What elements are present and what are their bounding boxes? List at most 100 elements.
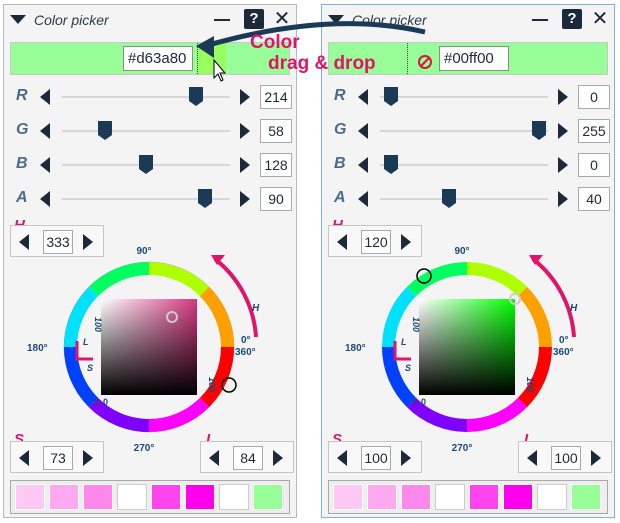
- palette-swatch[interactable]: [469, 484, 499, 510]
- slider-b-thumb[interactable]: [139, 155, 153, 174]
- value-r-field[interactable]: 0: [578, 85, 610, 109]
- slider-r-track[interactable]: [380, 96, 548, 98]
- hex-input[interactable]: #00ff00: [439, 46, 509, 71]
- hue-arrow-label: H: [570, 303, 578, 314]
- minimize-button[interactable]: [530, 9, 550, 29]
- decrement-b-button[interactable]: [358, 157, 368, 173]
- decrement-a-button[interactable]: [40, 191, 50, 207]
- slider-b-track[interactable]: [380, 164, 548, 166]
- hex-input[interactable]: #d63a80: [123, 46, 193, 71]
- wheel-label-90: 90°: [454, 246, 469, 257]
- decrement-r-button[interactable]: [40, 89, 50, 105]
- lightness-decrement-button[interactable]: [209, 450, 219, 466]
- minimize-button[interactable]: [212, 9, 232, 29]
- wheel-label-180: 180°: [345, 343, 366, 354]
- palette-swatch[interactable]: [185, 484, 215, 510]
- help-button[interactable]: ?: [244, 9, 264, 29]
- collapse-arrow-icon[interactable]: [10, 15, 26, 24]
- title-bar[interactable]: Color picker ? ✕: [4, 5, 296, 33]
- increment-r-button[interactable]: [558, 89, 568, 105]
- panel-title: Color picker: [34, 12, 109, 28]
- lightness-stepper: 84: [200, 441, 294, 473]
- slider-a-track[interactable]: [380, 198, 548, 200]
- saturation-increment-button[interactable]: [83, 450, 93, 466]
- value-r-field[interactable]: 214: [260, 85, 292, 109]
- square-label-0: 0: [412, 397, 417, 407]
- decrement-g-button[interactable]: [40, 123, 50, 139]
- color-drop-swatch[interactable]: [407, 43, 436, 74]
- collapse-arrow-icon[interactable]: [328, 15, 344, 24]
- axis-label-l: L: [401, 337, 407, 347]
- increment-r-button[interactable]: [240, 89, 250, 105]
- square-label-100-right: 100: [207, 377, 217, 392]
- lightness-increment-button[interactable]: [591, 450, 601, 466]
- saturation-value-field[interactable]: 100: [361, 446, 391, 470]
- hue-wheel[interactable]: H 90° 180° 0° 360° 270° 100 100 0 0 L S: [4, 231, 296, 457]
- axis-label-s: S: [87, 363, 93, 373]
- palette-swatch[interactable]: [435, 484, 465, 510]
- palette-swatch[interactable]: [219, 484, 249, 510]
- palette-swatch[interactable]: [15, 484, 45, 510]
- palette-swatch[interactable]: [151, 484, 181, 510]
- slider-g-thumb[interactable]: [98, 121, 112, 140]
- saturation-value-field[interactable]: 73: [43, 446, 73, 470]
- lightness-increment-button[interactable]: [273, 450, 283, 466]
- color-drag-swatch[interactable]: [197, 43, 226, 74]
- increment-b-button[interactable]: [240, 157, 250, 173]
- palette-swatch[interactable]: [401, 484, 431, 510]
- slider-a-thumb[interactable]: [442, 189, 456, 208]
- saturation-increment-button[interactable]: [401, 450, 411, 466]
- palette-swatch[interactable]: [503, 484, 533, 510]
- value-a-field[interactable]: 90: [260, 187, 292, 211]
- decrement-r-button[interactable]: [358, 89, 368, 105]
- axis-label-s: S: [405, 363, 411, 373]
- decrement-g-button[interactable]: [358, 123, 368, 139]
- increment-a-button[interactable]: [240, 191, 250, 207]
- value-g-field[interactable]: 58: [260, 119, 292, 143]
- palette-swatch[interactable]: [253, 484, 283, 510]
- lightness-decrement-button[interactable]: [527, 450, 537, 466]
- slider-g-track[interactable]: [380, 130, 548, 132]
- palette-swatch[interactable]: [117, 484, 147, 510]
- lightness-value-field[interactable]: 84: [233, 446, 263, 470]
- slider-r-thumb[interactable]: [189, 87, 203, 106]
- increment-b-button[interactable]: [558, 157, 568, 173]
- value-b-field[interactable]: 128: [260, 153, 292, 177]
- lightness-value-field[interactable]: 100: [551, 446, 581, 470]
- title-bar[interactable]: Color picker ? ✕: [322, 5, 614, 33]
- slider-g-track[interactable]: [62, 130, 230, 132]
- hue-arrow-label: H: [252, 303, 260, 314]
- channel-label-b: B: [334, 155, 346, 172]
- value-a-field[interactable]: 40: [578, 187, 610, 211]
- increment-a-button[interactable]: [558, 191, 568, 207]
- palette-swatch[interactable]: [571, 484, 601, 510]
- increment-g-button[interactable]: [240, 123, 250, 139]
- value-b-field[interactable]: 0: [578, 153, 610, 177]
- close-button[interactable]: ✕: [590, 9, 610, 29]
- saturation-decrement-button[interactable]: [19, 450, 29, 466]
- palette-swatch[interactable]: [333, 484, 363, 510]
- saturation-decrement-button[interactable]: [337, 450, 347, 466]
- palette-swatch[interactable]: [83, 484, 113, 510]
- channel-label-b: B: [16, 155, 28, 172]
- slider-b-thumb[interactable]: [384, 155, 398, 174]
- value-g-field[interactable]: 255: [578, 119, 610, 143]
- slider-r-thumb[interactable]: [384, 87, 398, 106]
- hue-wheel[interactable]: H 90° 180° 0° 360° 270° 100 100 0 0 L S: [322, 231, 614, 457]
- channel-label-g: G: [16, 121, 29, 138]
- annotation-line-2: drag & drop: [268, 53, 376, 74]
- annotation-line-1: Color: [250, 32, 300, 53]
- help-button[interactable]: ?: [562, 9, 582, 29]
- palette-swatch[interactable]: [49, 484, 79, 510]
- increment-g-button[interactable]: [558, 123, 568, 139]
- saturation-stepper: 73: [10, 441, 104, 473]
- color-picker-panel-left: Color picker ? ✕ #d63a80 R 214 G 58 B 12…: [3, 4, 297, 518]
- slider-a-thumb[interactable]: [198, 189, 212, 208]
- decrement-b-button[interactable]: [40, 157, 50, 173]
- slider-g-thumb[interactable]: [532, 121, 546, 140]
- decrement-a-button[interactable]: [358, 191, 368, 207]
- palette-swatch[interactable]: [537, 484, 567, 510]
- slider-r-track[interactable]: [62, 96, 230, 98]
- palette-swatch[interactable]: [367, 484, 397, 510]
- close-button[interactable]: ✕: [272, 9, 292, 29]
